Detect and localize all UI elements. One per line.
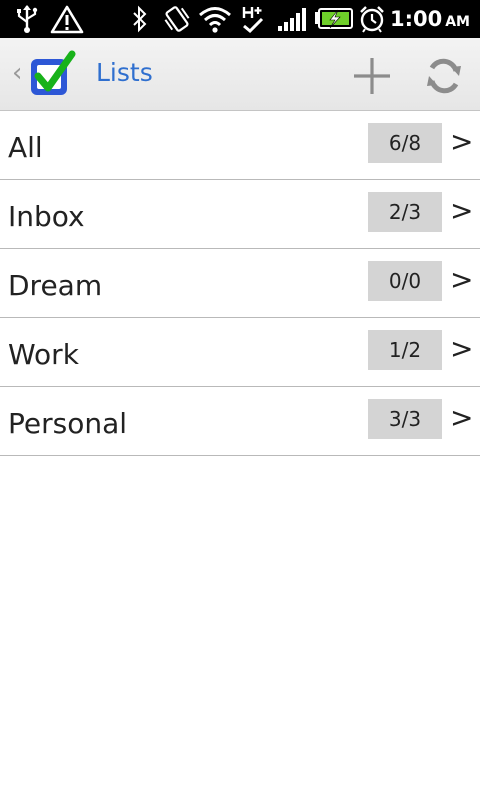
- status-bar: 1:00 AM: [0, 0, 480, 38]
- vibrate-icon: [164, 6, 190, 32]
- add-list-button[interactable]: [350, 54, 394, 98]
- chevron-right-icon: >: [450, 401, 474, 434]
- lists-list: All 6/8 > Inbox 2/3 > Dream 0/0 > Work 1…: [0, 111, 480, 456]
- status-time: 1:00 AM: [390, 7, 470, 31]
- chevron-right-icon: >: [450, 263, 474, 296]
- refresh-button[interactable]: [422, 54, 466, 98]
- list-item-label: Dream: [8, 269, 103, 302]
- app-logo-checkbox-icon: [31, 50, 76, 95]
- list-item-label: All: [8, 131, 43, 164]
- alarm-icon: [360, 6, 384, 33]
- list-item-count-badge: 1/2: [368, 330, 442, 370]
- battery-charging-icon: [315, 8, 353, 29]
- wifi-icon: [199, 7, 231, 33]
- signal-icon: [278, 8, 306, 31]
- chevron-right-icon: >: [450, 332, 474, 365]
- action-bar: ‹ Lists: [0, 38, 480, 111]
- chevron-right-icon: >: [450, 194, 474, 227]
- refresh-icon: [427, 58, 461, 94]
- list-item-work[interactable]: Work 1/2 >: [0, 318, 480, 387]
- status-time-value: 1:00: [389, 7, 443, 31]
- list-item-all[interactable]: All 6/8 >: [0, 111, 480, 180]
- list-item-count-badge: 3/3: [368, 399, 442, 439]
- warning-icon: [50, 5, 84, 34]
- hsdpa-plus-icon: [242, 7, 264, 34]
- screen: 1:00 AM ‹ Lists All 6/8 > Inbox 2/3 > Dr…: [0, 0, 480, 800]
- action-bar-title: Lists: [96, 58, 153, 87]
- list-item-count-badge: 6/8: [368, 123, 442, 163]
- list-item-personal[interactable]: Personal 3/3 >: [0, 387, 480, 456]
- bluetooth-icon: [133, 5, 147, 33]
- home-up-button[interactable]: ‹: [12, 50, 78, 100]
- chevron-right-icon: >: [450, 125, 474, 158]
- list-item-inbox[interactable]: Inbox 2/3 >: [0, 180, 480, 249]
- status-time-ampm: AM: [445, 14, 470, 30]
- list-item-label: Inbox: [8, 200, 85, 233]
- list-item-count-badge: 2/3: [368, 192, 442, 232]
- list-item-label: Work: [8, 338, 79, 371]
- list-item-count-badge: 0/0: [368, 261, 442, 301]
- list-item-dream[interactable]: Dream 0/0 >: [0, 249, 480, 318]
- list-item-label: Personal: [8, 407, 128, 440]
- usb-icon: [17, 5, 38, 33]
- back-chevron-icon: ‹: [12, 58, 23, 88]
- plus-icon: [354, 58, 390, 94]
